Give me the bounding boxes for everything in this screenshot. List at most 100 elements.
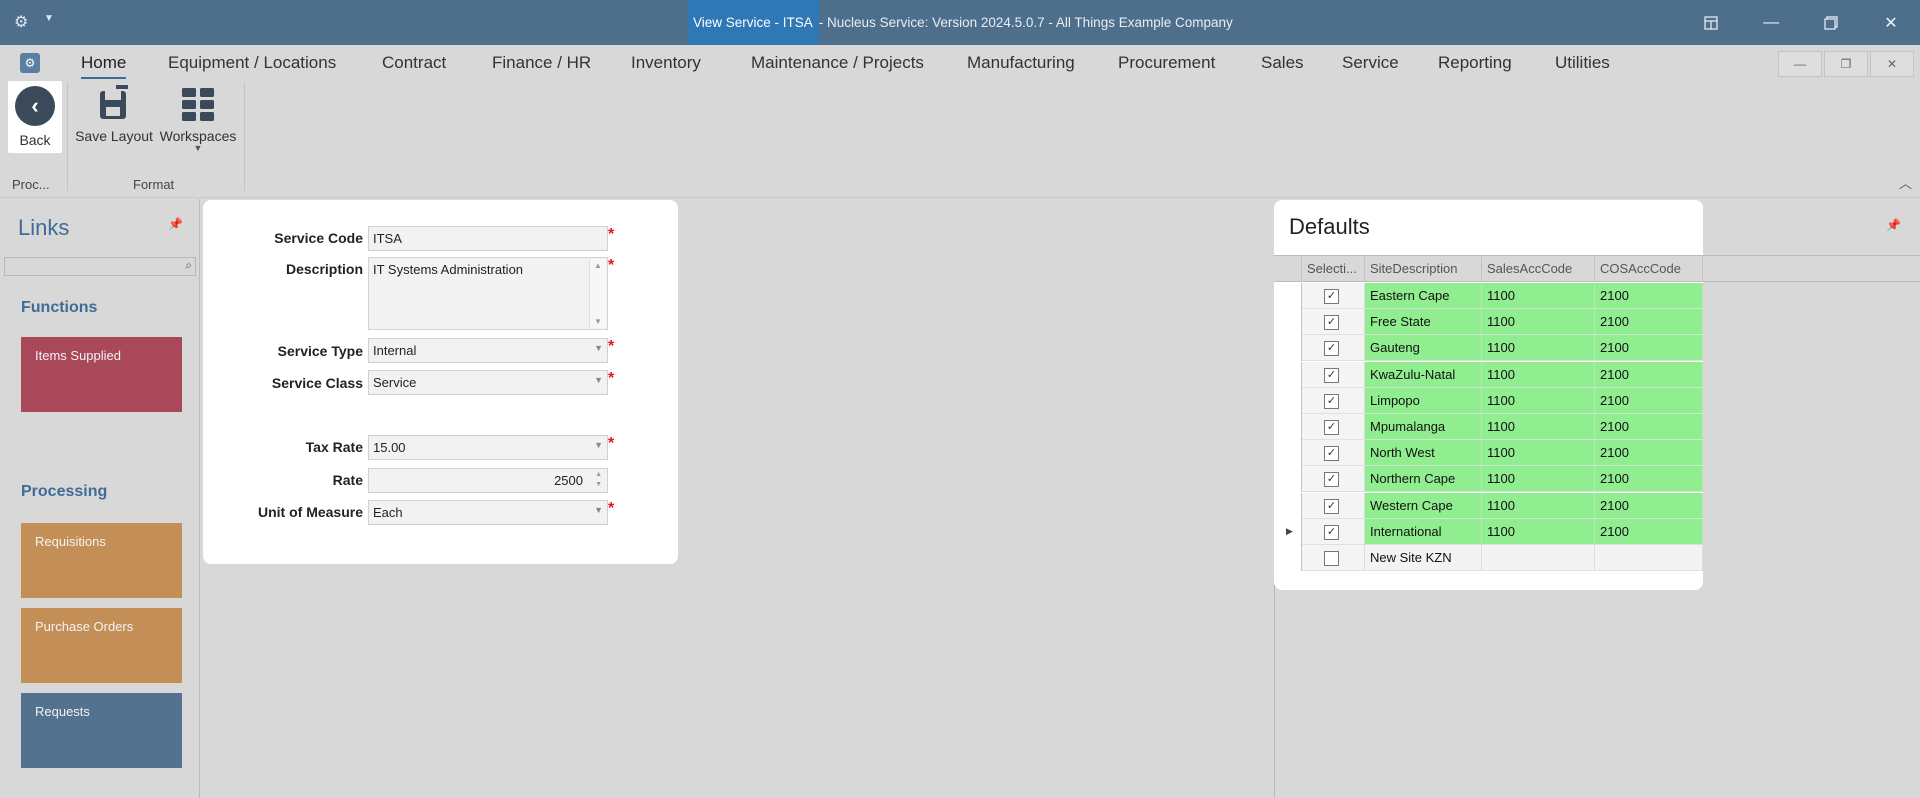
tab-reporting[interactable]: Reporting	[1438, 53, 1512, 73]
cos-acc-code-cell[interactable]: 2100	[1595, 283, 1703, 309]
selection-cell[interactable]: ✓	[1302, 518, 1365, 545]
selection-cell[interactable]	[1302, 545, 1365, 571]
selection-checkbox[interactable]	[1324, 551, 1339, 566]
table-row[interactable]: ✓ Free State 1100 2100	[1274, 309, 1703, 336]
site-description-cell[interactable]: Mpumalanga	[1365, 414, 1482, 440]
cos-acc-code-cell[interactable]: 2100	[1595, 387, 1703, 414]
pin-icon[interactable]: 📌	[1886, 218, 1901, 232]
selection-cell[interactable]: ✓	[1302, 387, 1365, 414]
workspaces-button[interactable]: Workspaces ▼	[158, 85, 238, 153]
back-button[interactable]: ‹ Back	[8, 81, 62, 153]
items-supplied-tile[interactable]: Items Supplied	[21, 337, 182, 412]
selection-cell[interactable]: ✓	[1302, 466, 1365, 493]
cos-acc-code-cell[interactable]: 2100	[1595, 440, 1703, 467]
sales-acc-code-cell[interactable]: 1100	[1482, 309, 1595, 336]
cos-acc-code-cell[interactable]: 2100	[1595, 335, 1703, 362]
cos-acc-code-cell[interactable]: 2100	[1595, 309, 1703, 336]
app-menu-icon[interactable]: ⚙	[20, 53, 40, 73]
selection-cell[interactable]: ✓	[1302, 283, 1365, 309]
restore-icon[interactable]	[1808, 0, 1854, 45]
tab-maintenance-projects[interactable]: Maintenance / Projects	[751, 53, 924, 73]
tab-home[interactable]: Home	[81, 53, 127, 79]
minimize-icon[interactable]: —	[1748, 0, 1794, 45]
chevron-down-icon[interactable]: ▼	[44, 13, 54, 24]
requests-tile[interactable]: Requests	[21, 693, 182, 768]
purchase-orders-tile[interactable]: Purchase Orders	[21, 608, 182, 683]
tab-contract[interactable]: Contract	[382, 53, 446, 73]
column-header-cos[interactable]: COSAccCode	[1595, 256, 1703, 282]
sales-acc-code-cell[interactable]: 1100	[1482, 492, 1595, 519]
save-layout-button[interactable]: Save Layout	[74, 85, 154, 144]
scroll-up-icon[interactable]: ▲	[594, 261, 602, 270]
site-description-cell[interactable]: Eastern Cape	[1365, 283, 1482, 309]
cos-acc-code-cell[interactable]: 2100	[1595, 518, 1703, 545]
sales-acc-code-cell[interactable]: 1100	[1482, 335, 1595, 362]
scroll-down-icon[interactable]: ▼	[594, 317, 602, 326]
table-row[interactable]: ✓ Gauteng 1100 2100	[1274, 335, 1703, 362]
cos-acc-code-cell[interactable]: 2100	[1595, 492, 1703, 519]
selection-cell[interactable]: ✓	[1302, 361, 1365, 388]
unit-of-measure-select[interactable]: Each ▼	[368, 500, 608, 525]
table-row[interactable]: ▶ ✓ International 1100 2100	[1274, 518, 1703, 545]
site-description-cell[interactable]: KwaZulu-Natal	[1365, 361, 1482, 388]
mdi-close-icon[interactable]: ✕	[1870, 51, 1914, 77]
site-description-cell[interactable]: Free State	[1365, 309, 1482, 336]
cos-acc-code-cell[interactable]	[1595, 545, 1703, 571]
layout-icon[interactable]	[1688, 0, 1734, 45]
tax-rate-select[interactable]: 15.00 ▼	[368, 435, 608, 460]
selection-checkbox[interactable]: ✓	[1324, 420, 1339, 435]
table-row[interactable]: ✓ Western Cape 1100 2100	[1274, 492, 1703, 519]
tab-inventory[interactable]: Inventory	[631, 53, 701, 73]
table-row[interactable]: ✓ Northern Cape 1100 2100	[1274, 466, 1703, 493]
column-header-site[interactable]: SiteDescription	[1365, 256, 1482, 282]
selection-checkbox[interactable]: ✓	[1324, 367, 1339, 383]
rate-stepper[interactable]: 2500 ▲ ▼	[368, 468, 608, 493]
table-row[interactable]: ✓ Eastern Cape 1100 2100	[1274, 283, 1703, 309]
selection-cell[interactable]: ✓	[1302, 309, 1365, 336]
table-row[interactable]: ✓ Limpopo 1100 2100	[1274, 387, 1703, 414]
close-icon[interactable]: ✕	[1868, 0, 1914, 45]
selection-cell[interactable]: ✓	[1302, 335, 1365, 362]
selection-checkbox[interactable]: ✓	[1324, 341, 1339, 357]
selection-checkbox[interactable]: ✓	[1324, 289, 1339, 304]
links-search-input[interactable]: ⌕	[4, 257, 196, 276]
mdi-minimize-icon[interactable]: —	[1778, 51, 1822, 77]
sales-acc-code-cell[interactable]: 1100	[1482, 387, 1595, 414]
selection-checkbox[interactable]: ✓	[1324, 524, 1339, 540]
sales-acc-code-cell[interactable]: 1100	[1482, 414, 1595, 440]
table-row[interactable]: New Site KZN	[1274, 545, 1703, 571]
site-description-cell[interactable]: Northern Cape	[1365, 466, 1482, 493]
selection-checkbox[interactable]: ✓	[1324, 393, 1339, 409]
sales-acc-code-cell[interactable]: 1100	[1482, 361, 1595, 388]
cos-acc-code-cell[interactable]: 2100	[1595, 466, 1703, 493]
site-description-cell[interactable]: North West	[1365, 440, 1482, 467]
table-row[interactable]: ✓ KwaZulu-Natal 1100 2100	[1274, 361, 1703, 388]
selection-cell[interactable]: ✓	[1302, 414, 1365, 440]
column-header-sales[interactable]: SalesAccCode	[1482, 256, 1595, 282]
selection-cell[interactable]: ✓	[1302, 492, 1365, 519]
sales-acc-code-cell[interactable]: 1100	[1482, 518, 1595, 545]
selection-checkbox[interactable]: ✓	[1324, 446, 1339, 462]
selection-checkbox[interactable]: ✓	[1324, 315, 1339, 331]
tab-sales[interactable]: Sales	[1261, 53, 1304, 73]
tab-finance-hr[interactable]: Finance / HR	[492, 53, 591, 73]
site-description-cell[interactable]: Limpopo	[1365, 387, 1482, 414]
sales-acc-code-cell[interactable]: 1100	[1482, 466, 1595, 493]
sales-acc-code-cell[interactable]: 1100	[1482, 440, 1595, 467]
service-class-select[interactable]: Service ▼	[368, 370, 608, 395]
pin-icon[interactable]: 📌	[168, 217, 183, 231]
table-row[interactable]: ✓ North West 1100 2100	[1274, 440, 1703, 467]
selection-cell[interactable]: ✓	[1302, 440, 1365, 467]
description-field[interactable]: IT Systems Administration ▲ ▼	[368, 257, 608, 330]
service-code-field[interactable]: ITSA	[368, 226, 608, 251]
mdi-restore-icon[interactable]: ❐	[1824, 51, 1868, 77]
site-description-cell[interactable]: Gauteng	[1365, 335, 1482, 362]
selection-checkbox[interactable]: ✓	[1324, 472, 1339, 488]
tab-procurement[interactable]: Procurement	[1118, 53, 1215, 73]
cos-acc-code-cell[interactable]: 2100	[1595, 414, 1703, 440]
sales-acc-code-cell[interactable]	[1482, 545, 1595, 571]
service-type-select[interactable]: Internal ▼	[368, 338, 608, 363]
tab-service[interactable]: Service	[1342, 53, 1399, 73]
sales-acc-code-cell[interactable]: 1100	[1482, 283, 1595, 309]
selection-checkbox[interactable]: ✓	[1324, 498, 1339, 514]
